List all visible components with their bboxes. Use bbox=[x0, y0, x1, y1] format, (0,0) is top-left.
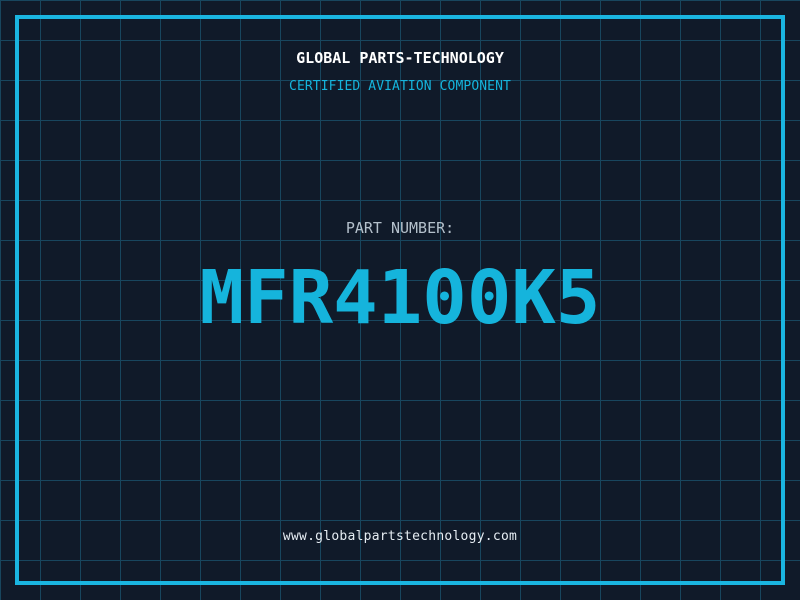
certification-subtitle: CERTIFIED AVIATION COMPONENT bbox=[289, 79, 511, 94]
part-number-label: PART NUMBER: bbox=[345, 219, 455, 237]
website-url: www.globalpartstechnology.com bbox=[282, 529, 518, 544]
placard-background: GLOBAL PARTS-TECHNOLOGY CERTIFIED AVIATI… bbox=[0, 0, 800, 600]
company-title: GLOBAL PARTS-TECHNOLOGY bbox=[296, 49, 504, 67]
part-number-value: MFR4100K5 bbox=[199, 255, 601, 341]
